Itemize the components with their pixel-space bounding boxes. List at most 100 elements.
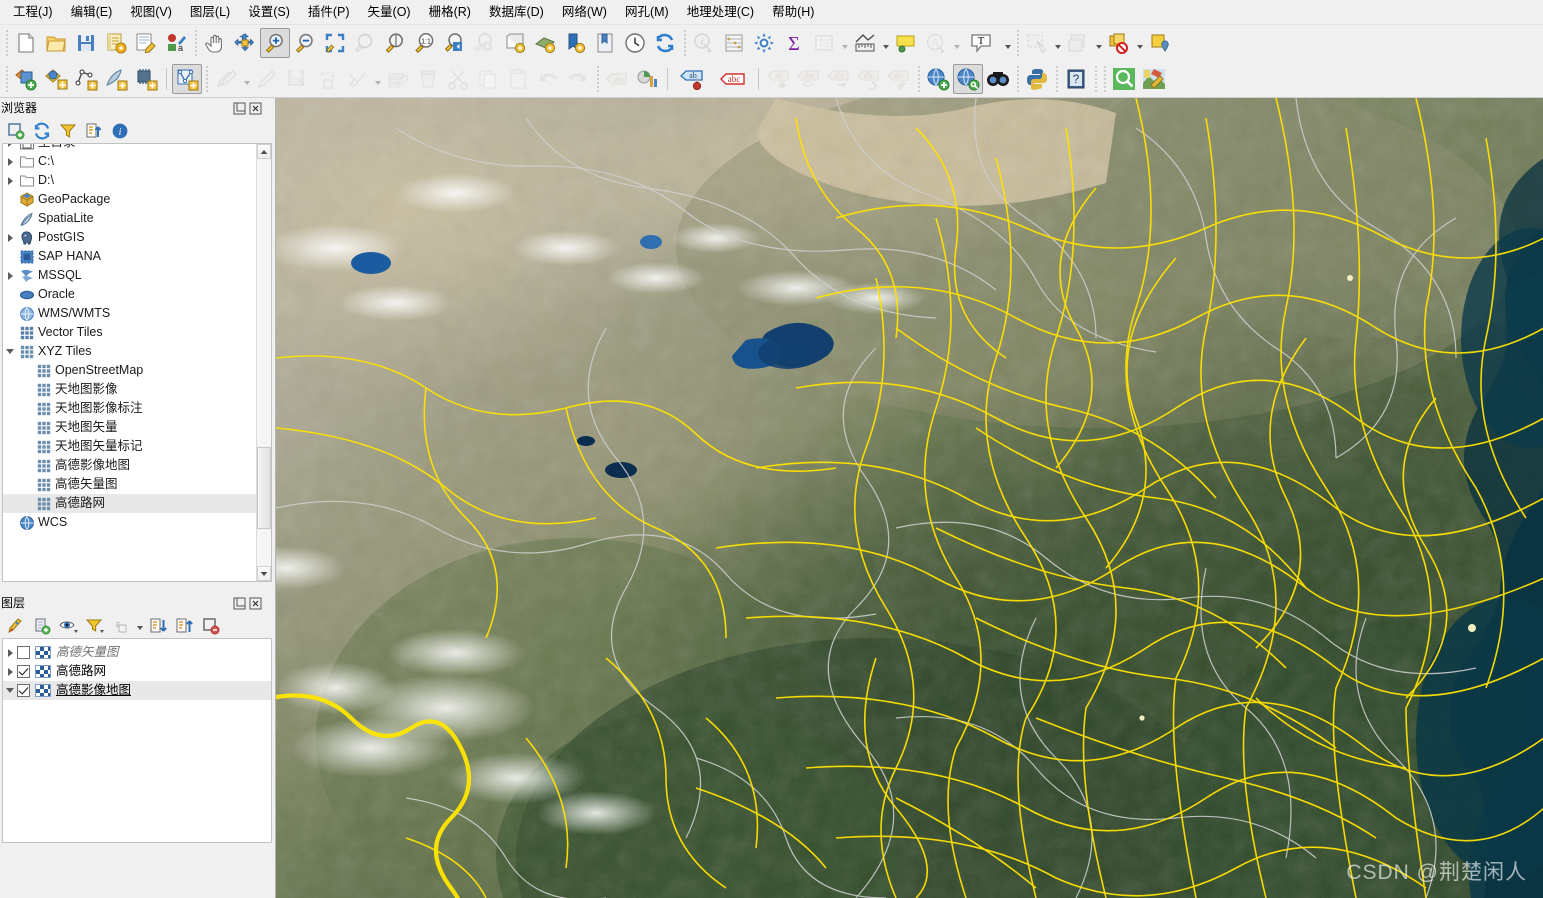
expand-arrow-icon[interactable]: [3, 144, 17, 152]
expand-arrow-icon[interactable]: [3, 171, 17, 190]
refresh-icon[interactable]: [650, 28, 680, 58]
temporal-controller-icon[interactable]: [620, 28, 650, 58]
browser-tree-item[interactable]: 天地图影像标注: [3, 399, 256, 418]
attribute-table-dropdown-caret[interactable]: [839, 28, 850, 58]
zoom-native-icon[interactable]: 1:1: [410, 28, 440, 58]
current-edits-caret[interactable]: [241, 64, 252, 94]
vertex-tool-caret[interactable]: [372, 64, 383, 94]
new-print-layout-icon[interactable]: [131, 28, 161, 58]
menu-database[interactable]: 数据库(D): [480, 2, 553, 23]
browser-tree-item[interactable]: 天地图矢量: [3, 418, 256, 437]
pan-map-icon[interactable]: [200, 28, 230, 58]
field-calculator-icon[interactable]: [719, 28, 749, 58]
zoom-in-icon[interactable]: [260, 28, 290, 58]
new-geopackage-layer-icon[interactable]: [41, 64, 71, 94]
quick-map-services-icon[interactable]: [1109, 64, 1139, 94]
browser-undock-icon[interactable]: [233, 102, 246, 115]
browser-tree-item[interactable]: 天地图矢量标记: [3, 437, 256, 456]
layer-visibility-checkbox[interactable]: [17, 646, 30, 659]
layer-visibility-checkbox[interactable]: [17, 684, 30, 697]
manage-visibility-icon[interactable]: [56, 615, 80, 637]
text-annotation-icon[interactable]: T: [962, 28, 1002, 58]
browser-tree-item[interactable]: D:\: [3, 171, 256, 190]
menu-web[interactable]: 网络(W): [553, 2, 616, 23]
menu-mesh[interactable]: 网孔(M): [616, 2, 678, 23]
browser-scrollbar[interactable]: [256, 144, 271, 581]
statistical-summary-icon[interactable]: Σ: [779, 28, 809, 58]
browser-tree-item[interactable]: OpenStreetMap: [3, 361, 256, 380]
save-project-as-icon[interactable]: [101, 28, 131, 58]
browser-tree-item[interactable]: SAP HANA: [3, 247, 256, 266]
map-canvas[interactable]: CSDN @荆楚闲人: [275, 98, 1543, 898]
menu-processing[interactable]: 地理处理(C): [678, 2, 763, 23]
filter-browser-icon[interactable]: [56, 120, 80, 142]
expand-arrow-icon[interactable]: [3, 662, 17, 681]
menu-view[interactable]: 视图(V): [121, 2, 181, 23]
menu-raster[interactable]: 栅格(R): [420, 2, 480, 23]
new-3d-map-view-icon[interactable]: [530, 28, 560, 58]
browser-tree-item[interactable]: 天地图影像: [3, 380, 256, 399]
new-memory-layer-icon[interactable]: [131, 64, 161, 94]
measure-dropdown-caret[interactable]: [880, 28, 891, 58]
zoom-out-icon[interactable]: [290, 28, 320, 58]
highlight-labels-icon[interactable]: abc: [713, 64, 753, 94]
browser-tree-item[interactable]: MSSQL: [3, 266, 256, 285]
deselect-dropdown-caret[interactable]: [1134, 28, 1145, 58]
properties-info-icon[interactable]: i: [108, 120, 132, 142]
layer-row[interactable]: 高德路网: [3, 662, 271, 681]
layer-row[interactable]: 高德影像地图: [3, 681, 271, 700]
menu-vector[interactable]: 矢量(O): [359, 2, 420, 23]
expand-arrow-icon[interactable]: [3, 643, 17, 662]
metasearch-search-icon[interactable]: [953, 64, 983, 94]
form-dropdown-caret[interactable]: [1093, 28, 1104, 58]
zoom-last-icon[interactable]: [440, 28, 470, 58]
pin-labels-icon[interactable]: ab: [673, 64, 713, 94]
processing-toolbox-icon[interactable]: [749, 28, 779, 58]
layer-row[interactable]: 高德矢量图: [3, 643, 271, 662]
layers-tree[interactable]: 高德矢量图 高德路网 高德影像地图: [3, 639, 271, 842]
data-source-manager-icon[interactable]: [11, 64, 41, 94]
browser-close-icon[interactable]: [249, 102, 262, 115]
new-map-view-icon[interactable]: [500, 28, 530, 58]
remove-layer-icon[interactable]: [199, 615, 223, 637]
toolbar-handle[interactable]: [2, 30, 11, 56]
style-manager-icon[interactable]: a: [161, 28, 191, 58]
deselect-features-icon[interactable]: [1104, 28, 1134, 58]
browser-tree-item[interactable]: XYZ Tiles: [3, 342, 256, 361]
browser-tree-panel[interactable]: 收藏夹空间书签主目录C:\D:\GeoPackageSpatiaLitePost…: [2, 143, 272, 582]
collapse-all-icon[interactable]: [82, 120, 106, 142]
new-bookmark-icon[interactable]: [560, 28, 590, 58]
expand-arrow-icon[interactable]: [3, 152, 17, 171]
browser-tree-item[interactable]: Oracle: [3, 285, 256, 304]
save-project-icon[interactable]: [71, 28, 101, 58]
browser-tree-item[interactable]: GeoPackage: [3, 190, 256, 209]
menu-help[interactable]: 帮助(H): [763, 2, 823, 23]
menu-plugins[interactable]: 插件(P): [299, 2, 359, 23]
browser-tree-item[interactable]: 主目录: [3, 144, 256, 152]
help-contents-icon[interactable]: ?: [1061, 64, 1091, 94]
collapse-all-icon[interactable]: [173, 615, 197, 637]
select-by-location-icon[interactable]: [1145, 28, 1175, 58]
scroll-down-arrow-icon[interactable]: [257, 566, 271, 581]
menu-layer[interactable]: 图层(L): [181, 2, 239, 23]
add-layer-icon[interactable]: [4, 120, 28, 142]
layers-tree-panel[interactable]: 高德矢量图 高德路网 高德影像地图: [2, 638, 272, 843]
python-console-icon[interactable]: [1022, 64, 1052, 94]
pan-to-selection-icon[interactable]: [230, 28, 260, 58]
measure-line-icon[interactable]: [850, 28, 880, 58]
layers-undock-icon[interactable]: [233, 597, 246, 610]
filter-legend-icon[interactable]: [82, 615, 106, 637]
zoom-to-layer-icon[interactable]: [380, 28, 410, 58]
browser-tree-item[interactable]: Vector Tiles: [3, 323, 256, 342]
browser-tree-item[interactable]: WMS/WMTS: [3, 304, 256, 323]
zoom-full-icon[interactable]: [320, 28, 350, 58]
map-tips-icon[interactable]: [891, 28, 921, 58]
refresh-icon[interactable]: [30, 120, 54, 142]
open-project-icon[interactable]: [41, 28, 71, 58]
expand-arrow-icon[interactable]: [3, 228, 17, 247]
collapse-arrow-icon[interactable]: [3, 681, 17, 700]
menu-settings[interactable]: 设置(S): [239, 2, 299, 23]
metasearch-add-icon[interactable]: [923, 64, 953, 94]
expand-all-icon[interactable]: [147, 615, 171, 637]
visibility-caret-icon[interactable]: [74, 629, 78, 633]
